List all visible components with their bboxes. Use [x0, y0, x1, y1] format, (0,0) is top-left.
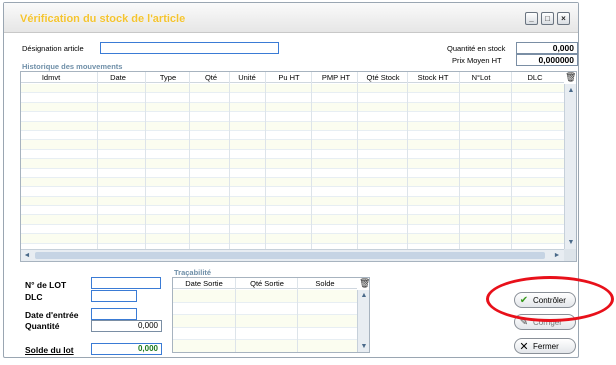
- col-unit[interactable]: Unité: [231, 73, 263, 82]
- window-controls: _ □ ×: [525, 12, 570, 25]
- entry-date-input[interactable]: [91, 308, 137, 320]
- col-exit-qty[interactable]: Qté Sortie: [237, 279, 297, 288]
- trash-icon[interactable]: 🗑: [565, 72, 576, 83]
- trace-scroll-up-arrow-icon[interactable]: ▲: [359, 291, 369, 301]
- close-window-button[interactable]: ×: [557, 12, 570, 25]
- lot-number-input[interactable]: [91, 277, 161, 289]
- horizontal-scroll-thumb[interactable]: [35, 252, 545, 259]
- entry-date-label: Date d'entrée: [25, 310, 79, 320]
- scroll-right-arrow-icon[interactable]: ►: [552, 251, 562, 261]
- designation-input[interactable]: [100, 42, 279, 54]
- history-grid[interactable]: Idmvt Date Type Qté Unité Pu HT PMP HT Q…: [20, 71, 577, 262]
- col-date[interactable]: Date: [98, 73, 138, 82]
- close-button[interactable]: ✕ Fermer: [514, 338, 576, 354]
- traceability-scrollbar[interactable]: ▲ ▼: [357, 290, 369, 352]
- traceability-grid[interactable]: Date Sortie Qté Sortie Solde 🗑 ▲ ▼: [172, 277, 370, 353]
- scroll-up-arrow-icon[interactable]: ▲: [566, 86, 576, 96]
- average-price-field: 0,000000: [516, 54, 578, 66]
- col-stock-value[interactable]: Stock HT: [408, 73, 458, 82]
- quantity-field[interactable]: 0,000: [91, 320, 162, 332]
- col-unit-price[interactable]: Pu HT: [269, 73, 309, 82]
- trace-trash-icon[interactable]: 🗑: [359, 278, 369, 289]
- traceability-title: Traçabilité: [174, 268, 212, 277]
- traceability-header: Date Sortie Qté Sortie Solde: [173, 278, 357, 289]
- history-section-title: Historique des mouvements: [22, 62, 123, 71]
- stock-quantity-label: Quantité en stock: [447, 44, 506, 53]
- stock-quantity-field: 0,000: [516, 42, 578, 54]
- history-grid-header: Idmvt Date Type Qté Unité Pu HT PMP HT Q…: [21, 72, 564, 83]
- col-pmp[interactable]: PMP HT: [311, 73, 361, 82]
- title-bar: Vérification du stock de l'article _ □ ×: [4, 3, 578, 33]
- scroll-left-arrow-icon[interactable]: ◄: [22, 251, 32, 261]
- col-type[interactable]: Type: [151, 73, 185, 82]
- lot-number-label: N° de LOT: [25, 280, 67, 290]
- window-title: Vérification du stock de l'article: [20, 13, 186, 25]
- quantity-label: Quantité: [25, 321, 60, 331]
- highlight-annotation: [486, 276, 614, 322]
- maximize-button[interactable]: □: [541, 12, 554, 25]
- history-vertical-scrollbar[interactable]: ▲ ▼: [564, 84, 576, 250]
- lot-balance-label: Solde du lot: [25, 345, 74, 355]
- col-stock-qty[interactable]: Qté Stock: [358, 73, 408, 82]
- designation-label: Désignation article: [22, 44, 84, 53]
- scroll-down-arrow-icon[interactable]: ▼: [566, 238, 576, 248]
- minimize-button[interactable]: _: [525, 12, 538, 25]
- col-balance[interactable]: Solde: [299, 279, 351, 288]
- dlc-input[interactable]: [91, 290, 137, 302]
- trace-scroll-down-arrow-icon[interactable]: ▼: [359, 342, 369, 352]
- col-dlc[interactable]: DLC: [515, 73, 555, 82]
- close-button-label: Fermer: [533, 341, 559, 351]
- lot-balance-field: 0,000: [91, 343, 162, 355]
- average-price-label: Prix Moyen HT: [452, 56, 502, 65]
- close-x-icon: ✕: [519, 340, 529, 353]
- scroll-corner: [564, 249, 576, 261]
- col-idmvt[interactable]: Idmvt: [21, 73, 81, 82]
- history-horizontal-scrollbar[interactable]: ◄ ►: [21, 249, 564, 261]
- col-exit-date[interactable]: Date Sortie: [173, 279, 235, 288]
- dlc-label: DLC: [25, 292, 43, 302]
- col-lot[interactable]: N°Lot: [461, 73, 501, 82]
- col-qty[interactable]: Qté: [196, 73, 226, 82]
- traceability-rows: [173, 290, 357, 352]
- history-rows: [21, 84, 564, 254]
